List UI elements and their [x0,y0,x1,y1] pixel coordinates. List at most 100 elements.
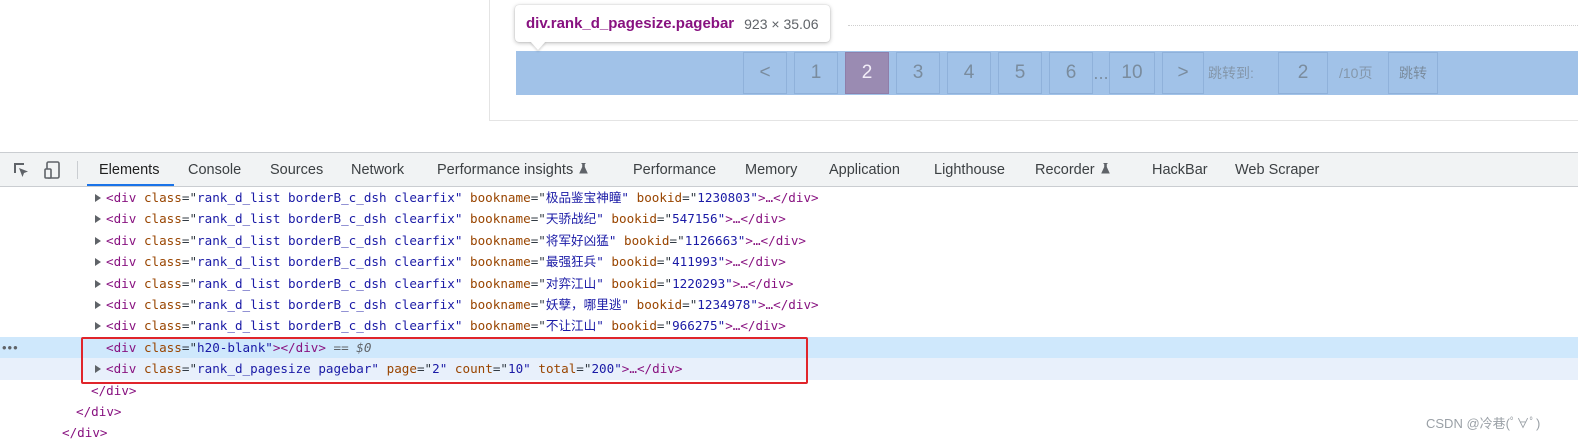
tab-console[interactable]: Console [188,153,241,186]
attr-name: class [143,318,182,334]
annotation-red-box [81,337,808,384]
tab-sources[interactable]: Sources [270,153,323,186]
dom-node-line[interactable]: </div> [0,401,1578,422]
tab-hackbar[interactable]: HackBar [1152,153,1208,186]
next-page-button[interactable]: > [1162,52,1204,94]
tab-network[interactable]: Network [351,153,404,186]
expand-triangle-icon[interactable] [95,215,101,224]
attr-name: bookid [611,211,657,227]
dom-node-code: <div class="rank_d_list borderB_c_dsh cl… [106,297,819,312]
expand-triangle-icon[interactable] [95,279,101,288]
devtools-panel: Elements Console Sources Network Perform… [0,152,1578,445]
dom-node-line[interactable]: <div class="rank_d_list borderB_c_dsh cl… [0,273,1578,294]
tooltip-dimensions: 923 × 35.06 [744,15,819,32]
experimental-flask-icon [1100,163,1110,174]
page-button-4[interactable]: 4 [947,52,991,94]
expand-triangle-icon[interactable] [95,322,101,331]
dom-node-line[interactable]: <div class="rank_d_list borderB_c_dsh cl… [0,208,1578,229]
inspect-element-icon[interactable] [11,160,31,180]
tag-close: >…</div> [725,254,786,270]
attr-name: class [143,232,182,248]
attr-name: bookid [611,318,657,334]
attr-name: bookid [636,190,683,205]
dom-node-code: </div> [62,422,108,443]
dom-node-code: <div class="rank_d_list borderB_c_dsh cl… [106,318,786,334]
jump-page-input[interactable]: 2 [1278,52,1328,94]
attr-value: 不让江山 [545,318,597,334]
attr-value: 极品鉴宝神瞳 [545,190,622,205]
attr-name: bookname [470,232,531,248]
attr-name: bookname [470,190,531,205]
attr-name: bookid [636,297,683,312]
attr-value: 1220293 [672,275,726,291]
watermark: CSDN @冷巷(ﾟ∀ﾟ) [1426,416,1541,431]
page-button-3[interactable]: 3 [896,52,940,94]
attr-value: rank_d_list borderB_c_dsh clearfix [197,318,455,334]
dom-node-code: <div class="rank_d_list borderB_c_dsh cl… [106,254,786,270]
attr-value: 最强狂兵 [545,254,597,270]
attr-name: bookname [470,254,531,270]
attr-value: 1230803 [697,190,751,205]
expand-triangle-icon[interactable] [95,236,101,245]
tab-lighthouse[interactable]: Lighthouse [934,153,1005,186]
dom-node-line[interactable]: <div class="rank_d_list borderB_c_dsh cl… [0,294,1578,315]
inspect-tooltip: div.rank_d_pagesize.pagebar 923 × 35.06 [515,5,830,42]
tag-close: >…</div> [757,297,819,312]
expand-triangle-icon[interactable] [95,194,101,202]
attr-value: 对弈江山 [545,275,597,291]
dom-node-line[interactable]: <div class="rank_d_list borderB_c_dsh cl… [0,187,1578,208]
page-button-2-current[interactable]: 2 [845,52,889,94]
dom-node-code: <div class="rank_d_list borderB_c_dsh cl… [106,232,807,248]
attr-name: bookname [470,318,531,334]
expand-triangle-icon[interactable] [95,258,101,267]
tab-recorder[interactable]: Recorder [1035,153,1110,186]
tag-open: <div [106,232,137,248]
tab-performance-insights[interactable]: Performance insights [437,153,589,186]
page-button-5[interactable]: 5 [998,52,1042,94]
tooltip-selector: div.rank_d_pagesize.pagebar [526,15,735,32]
attr-value: rank_d_list borderB_c_dsh clearfix [197,211,455,227]
tag-open: <div [106,190,137,205]
device-toolbar-icon[interactable] [43,160,63,180]
attr-name: bookid [624,232,670,248]
page-button-1[interactable]: 1 [794,52,838,94]
attr-value: rank_d_list borderB_c_dsh clearfix [197,232,455,248]
dom-node-line[interactable]: </div> [0,422,1578,443]
devtools-tabbar: Elements Console Sources Network Perform… [0,153,1578,187]
attr-name: class [143,190,182,205]
experimental-flask-icon [579,163,589,174]
tooltip-arrow [530,41,546,50]
closing-tag: </div> [91,382,137,398]
dom-node-line[interactable]: <div class="rank_d_list borderB_c_dsh cl… [0,251,1578,272]
attr-value: 966275 [672,318,718,334]
node-actions-dots[interactable]: ••• [2,337,19,358]
tab-web-scraper[interactable]: Web Scraper [1235,153,1319,186]
tag-open: <div [106,297,137,312]
tag-open: <div [106,211,137,227]
attr-value: 1234978 [697,297,751,312]
attr-name: bookname [470,275,531,291]
jump-button[interactable]: 跳转 [1388,52,1438,94]
attr-value: rank_d_list borderB_c_dsh clearfix [197,275,455,291]
prev-page-button[interactable]: < [743,52,787,94]
expand-triangle-icon[interactable] [95,301,101,309]
attr-value: 547156 [672,211,718,227]
tab-memory[interactable]: Memory [745,153,797,186]
tab-application[interactable]: Application [829,153,900,186]
tab-performance[interactable]: Performance [633,153,716,186]
page-ellipsis: ... [1093,63,1109,83]
dotted-divider [848,25,1578,26]
attr-value: rank_d_list borderB_c_dsh clearfix [197,297,455,312]
dom-node-line[interactable]: <div class="rank_d_list borderB_c_dsh cl… [0,315,1578,336]
toolbar-divider [77,161,78,179]
dom-node-line[interactable]: <div class="rank_d_list borderB_c_dsh cl… [0,230,1578,251]
attr-name: bookname [470,297,531,312]
attr-name: bookid [611,275,657,291]
attr-name: class [143,211,182,227]
page-button-10[interactable]: 10 [1109,52,1155,94]
closing-tag: </div> [62,425,108,441]
attr-value: 妖孽，哪里逃 [545,297,622,312]
attr-value: 天骄战纪 [545,211,597,227]
page-button-6[interactable]: 6 [1049,52,1093,94]
tab-elements[interactable]: Elements [99,153,159,186]
